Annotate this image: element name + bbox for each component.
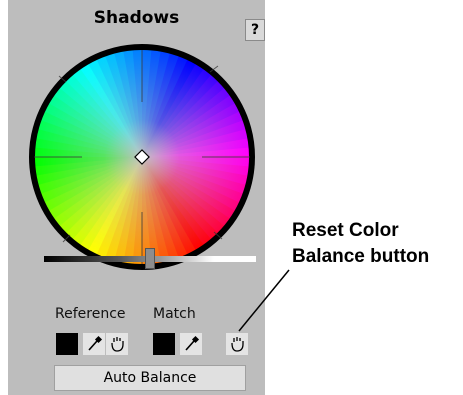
callout-line-2: Balance button xyxy=(292,246,430,267)
callout-line-1: Reset Color xyxy=(292,220,399,241)
callout-leader-line xyxy=(238,269,290,332)
callout-label: Reset Color Balance button xyxy=(292,218,429,270)
